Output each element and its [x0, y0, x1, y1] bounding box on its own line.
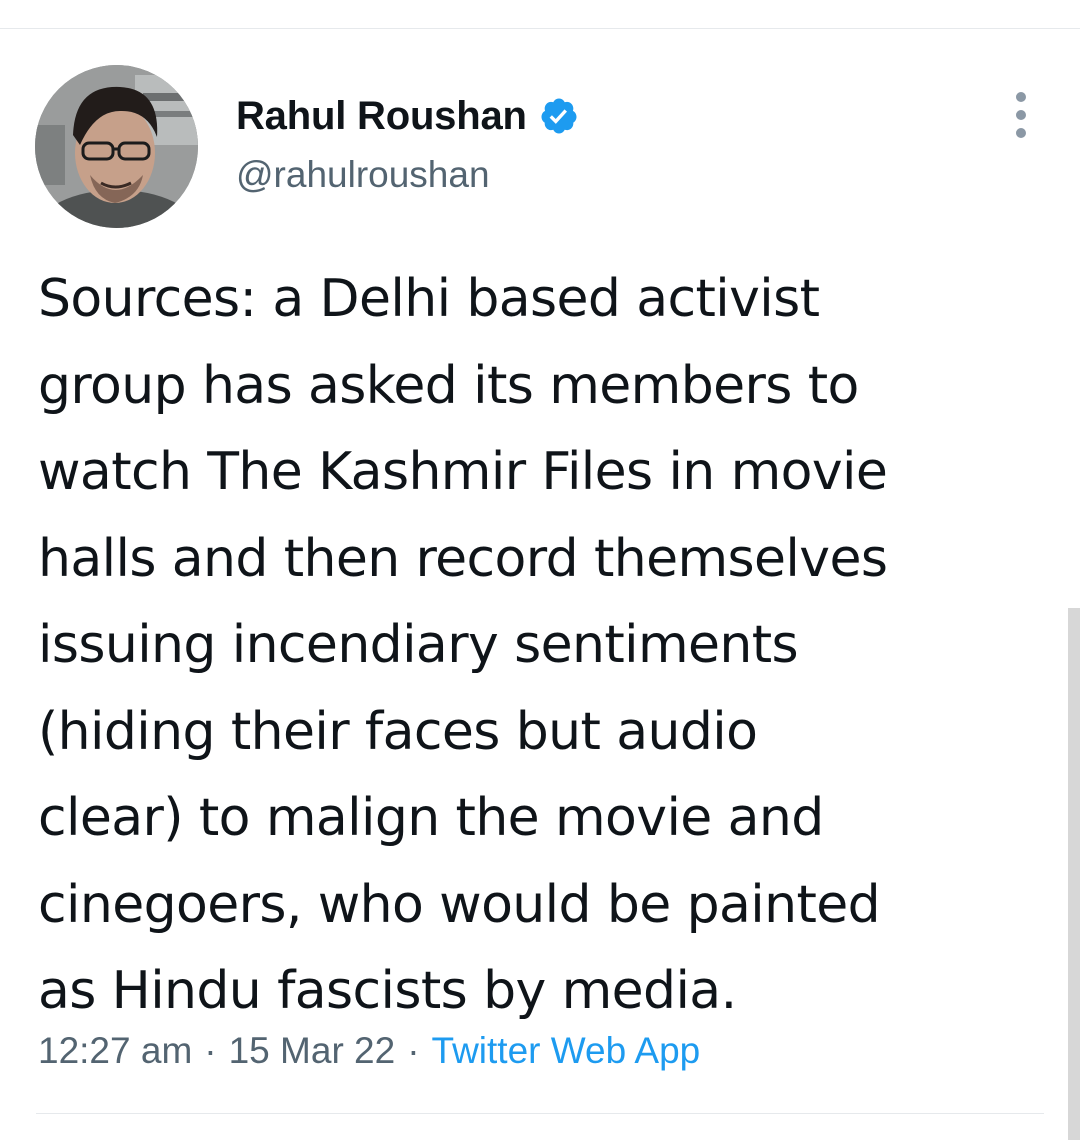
tweet-metadata: 12:27 am · 15 Mar 22 · Twitter Web App [38, 1030, 700, 1072]
tweet-time[interactable]: 12:27 am [38, 1030, 192, 1071]
more-dot [1016, 128, 1026, 138]
more-dot [1016, 92, 1026, 102]
separator: · [407, 1030, 420, 1071]
verified-badge-icon [539, 96, 579, 136]
tweet-source-link[interactable]: Twitter Web App [432, 1030, 701, 1071]
avatar-portrait [35, 65, 198, 228]
scrollbar[interactable] [1068, 608, 1080, 1140]
separator: · [204, 1030, 217, 1071]
more-dot [1016, 110, 1026, 120]
user-info: Rahul Roushan @rahulroushan [236, 92, 579, 196]
tweet-text: Sources: a Delhi based activist group ha… [38, 269, 888, 1021]
more-options-icon[interactable] [1004, 92, 1038, 138]
bottom-divider [36, 1113, 1044, 1114]
display-name[interactable]: Rahul Roushan [236, 94, 527, 139]
tweet-card: Rahul Roushan @rahulroushan Sources: a D… [0, 0, 1080, 1140]
user-avatar[interactable] [35, 65, 198, 228]
name-row: Rahul Roushan [236, 92, 579, 140]
user-handle[interactable]: @rahulroushan [236, 154, 579, 196]
tweet-date[interactable]: 15 Mar 22 [229, 1030, 396, 1071]
